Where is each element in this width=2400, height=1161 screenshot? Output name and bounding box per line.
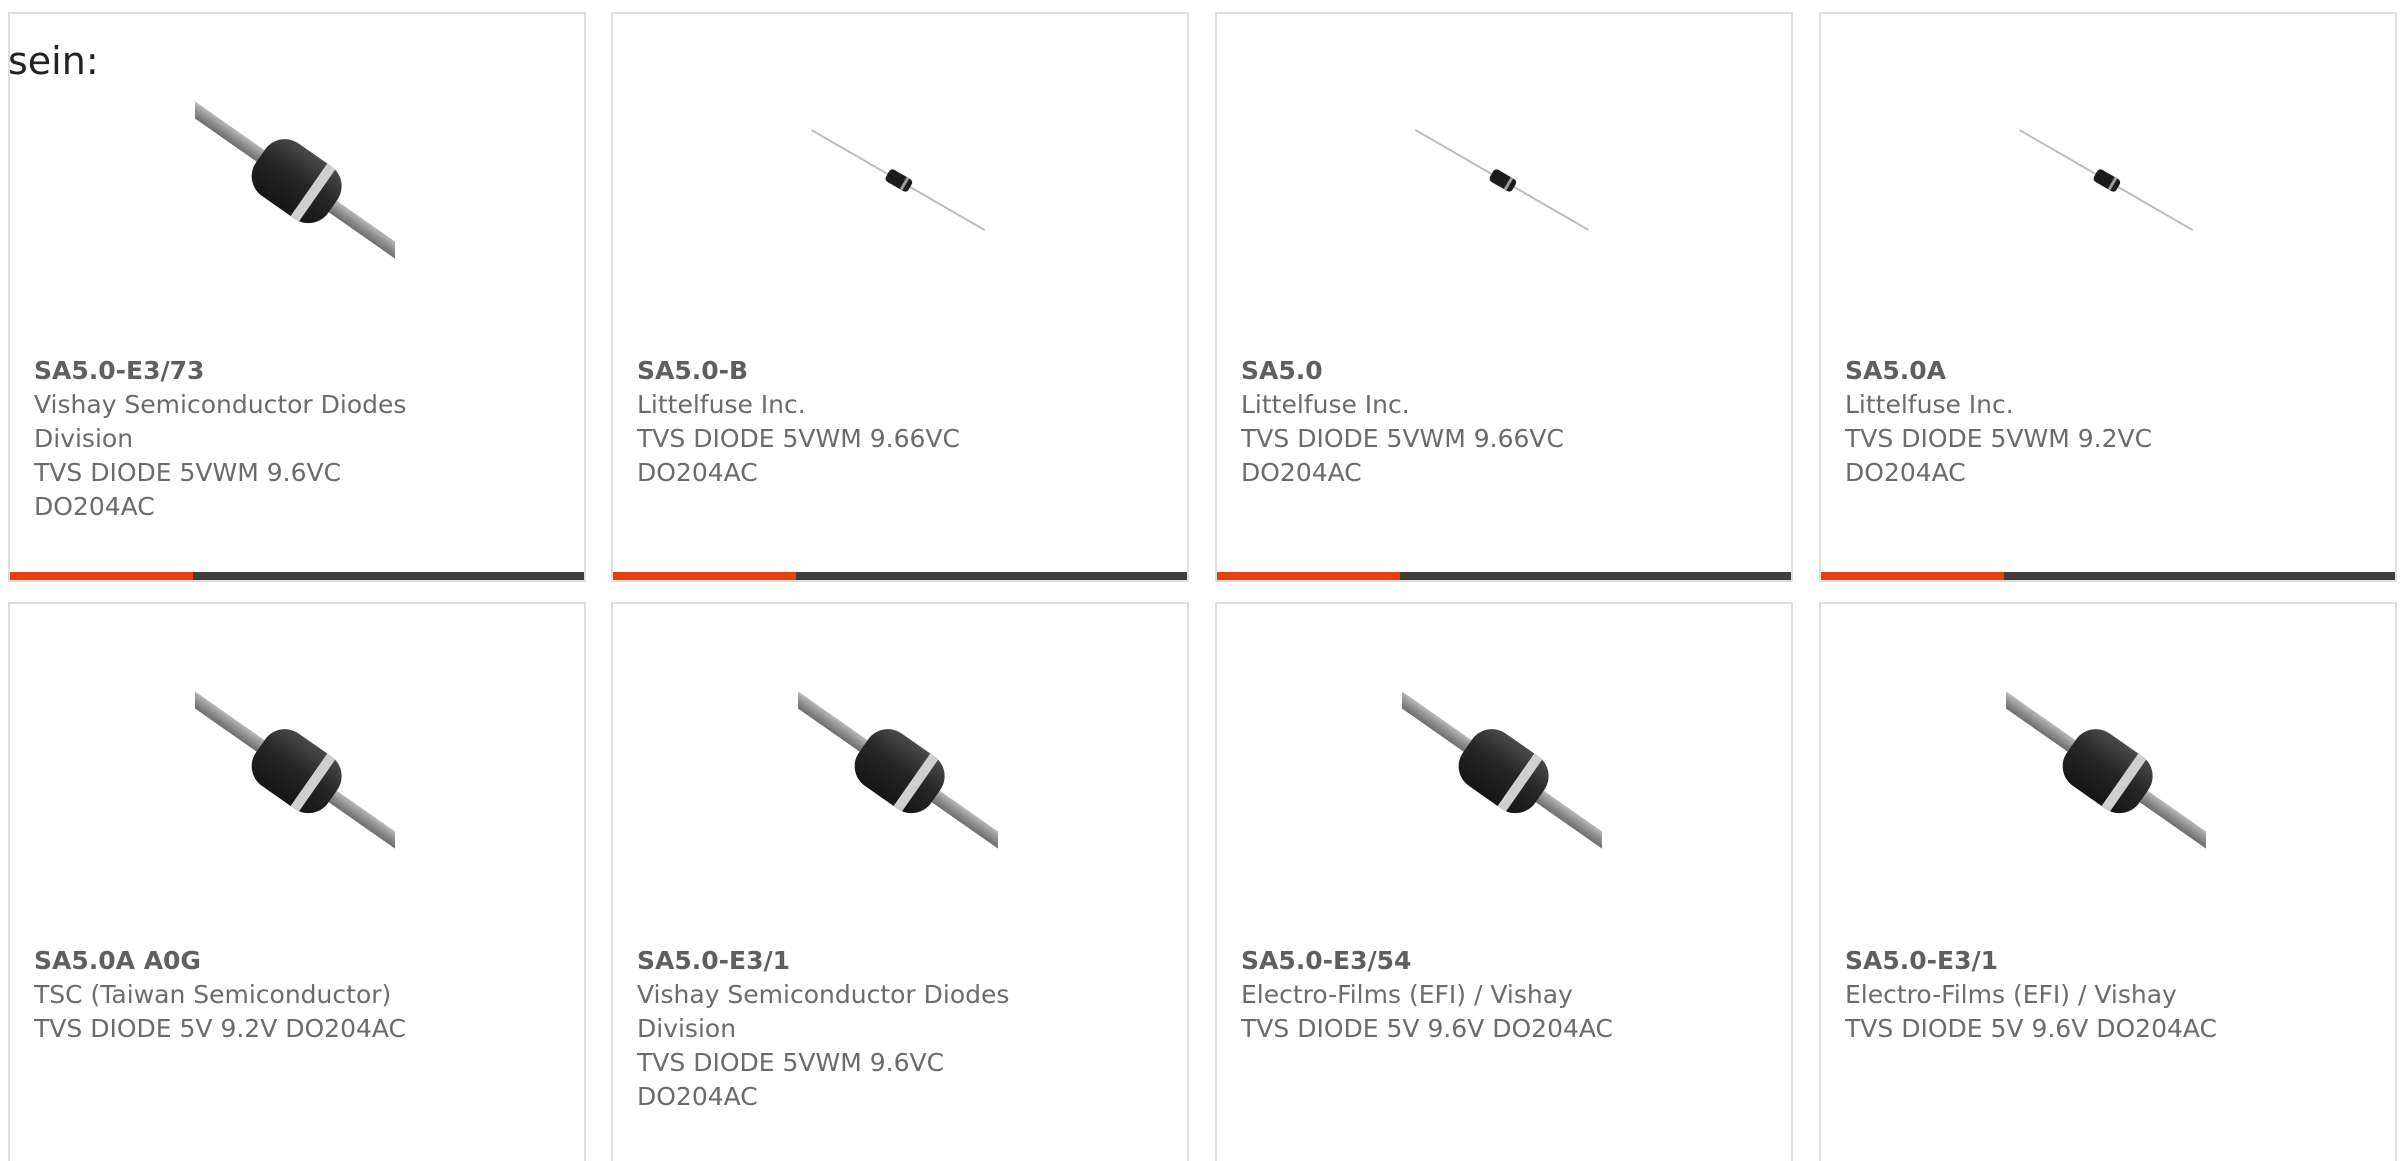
part-number-link[interactable]: SA5.0 [1241,354,1661,388]
product-info: SA5.0 Littelfuse Inc. TVS DIODE 5VWM 9.6… [1241,354,1661,490]
product-image[interactable] [798,670,998,870]
product-card[interactable]: SA5.0-E3/54 Electro-Films (EFI) / Vishay… [1215,602,1793,1161]
product-card[interactable]: SA5.0-E3/73 Vishay Semiconductor Diodes … [8,12,586,582]
product-info: SA5.0A Littelfuse Inc. TVS DIODE 5VWM 9.… [1845,354,2265,490]
product-info: SA5.0A A0G TSC (Taiwan Semiconductor) TV… [34,944,454,1046]
product-card[interactable]: SA5.0-E3/1 Electro-Films (EFI) / Vishay … [1819,602,2397,1161]
product-image[interactable] [195,80,395,280]
card-accent [10,572,193,580]
card-accent [613,572,796,580]
product-card[interactable]: SA5.0 Littelfuse Inc. TVS DIODE 5VWM 9.6… [1215,12,1793,582]
diode-icon [195,80,395,280]
description: TVS DIODE 5VWM 9.6VC [637,1048,945,1077]
manufacturer: Division [34,424,134,453]
product-info: SA5.0-E3/1 Vishay Semiconductor Diodes D… [637,944,1057,1114]
description: TVS DIODE 5VWM 9.66VC [637,424,960,453]
manufacturer: Littelfuse Inc. [1241,390,1410,419]
part-number-link[interactable]: SA5.0-E3/73 [34,354,454,388]
part-number-link[interactable]: SA5.0-E3/54 [1241,944,1661,978]
intro-text: sein: [8,39,99,83]
manufacturer: Electro-Films (EFI) / Vishay [1845,980,2177,1009]
manufacturer: Division [637,1014,737,1043]
product-card[interactable]: SA5.0A A0G TSC (Taiwan Semiconductor) TV… [8,602,586,1161]
product-info: SA5.0-E3/73 Vishay Semiconductor Diodes … [34,354,454,524]
card-footer-bar [613,572,1187,580]
description: TVS DIODE 5VWM 9.6VC [34,458,342,487]
part-number-link[interactable]: SA5.0-B [637,354,1057,388]
manufacturer: Vishay Semiconductor Diodes [637,980,1010,1009]
description: DO204AC [34,492,155,521]
product-image[interactable] [2006,670,2206,870]
card-accent [1217,572,1400,580]
card-footer-bar [1821,572,2395,580]
page: sein: SA5.0-E3/73 Vishay Semiconductor D… [0,0,2400,1161]
description: TVS DIODE 5V 9.2V DO204AC [34,1014,407,1043]
description: DO204AC [1845,458,1966,487]
diode-icon [195,670,395,870]
product-image[interactable] [2006,80,2206,280]
part-number-link[interactable]: SA5.0-E3/1 [637,944,1057,978]
card-accent [1821,572,2004,580]
product-image[interactable] [195,670,395,870]
product-info: SA5.0-E3/54 Electro-Films (EFI) / Vishay… [1241,944,1661,1046]
description: DO204AC [637,458,758,487]
manufacturer: Littelfuse Inc. [1845,390,2014,419]
part-number-link[interactable]: SA5.0A [1845,354,2265,388]
product-card[interactable]: SA5.0A Littelfuse Inc. TVS DIODE 5VWM 9.… [1819,12,2397,582]
product-info: SA5.0-E3/1 Electro-Films (EFI) / Vishay … [1845,944,2265,1046]
description: DO204AC [637,1082,758,1111]
card-footer-bar [1217,572,1791,580]
card-footer-bar [10,572,584,580]
manufacturer: Vishay Semiconductor Diodes [34,390,407,419]
description: TVS DIODE 5VWM 9.2VC [1845,424,2153,453]
diode-icon [798,670,998,870]
description: TVS DIODE 5V 9.6V DO204AC [1241,1014,1614,1043]
product-image[interactable] [798,80,998,280]
product-info: SA5.0-B Littelfuse Inc. TVS DIODE 5VWM 9… [637,354,1057,490]
description: DO204AC [1241,458,1362,487]
manufacturer: TSC (Taiwan Semiconductor) [34,980,392,1009]
diode-icon [1402,670,1602,870]
description: TVS DIODE 5VWM 9.66VC [1241,424,1564,453]
manufacturer: Electro-Films (EFI) / Vishay [1241,980,1573,1009]
product-card[interactable]: SA5.0-E3/1 Vishay Semiconductor Diodes D… [611,602,1189,1161]
diode-icon [2006,670,2206,870]
description: TVS DIODE 5V 9.6V DO204AC [1845,1014,2218,1043]
part-number-link[interactable]: SA5.0-E3/1 [1845,944,2265,978]
diode-icon [1402,80,1602,280]
product-image[interactable] [1402,80,1602,280]
part-number-link[interactable]: SA5.0A A0G [34,944,454,978]
diode-icon [798,80,998,280]
diode-icon [2006,80,2206,280]
manufacturer: Littelfuse Inc. [637,390,806,419]
product-image[interactable] [1402,670,1602,870]
product-card[interactable]: SA5.0-B Littelfuse Inc. TVS DIODE 5VWM 9… [611,12,1189,582]
